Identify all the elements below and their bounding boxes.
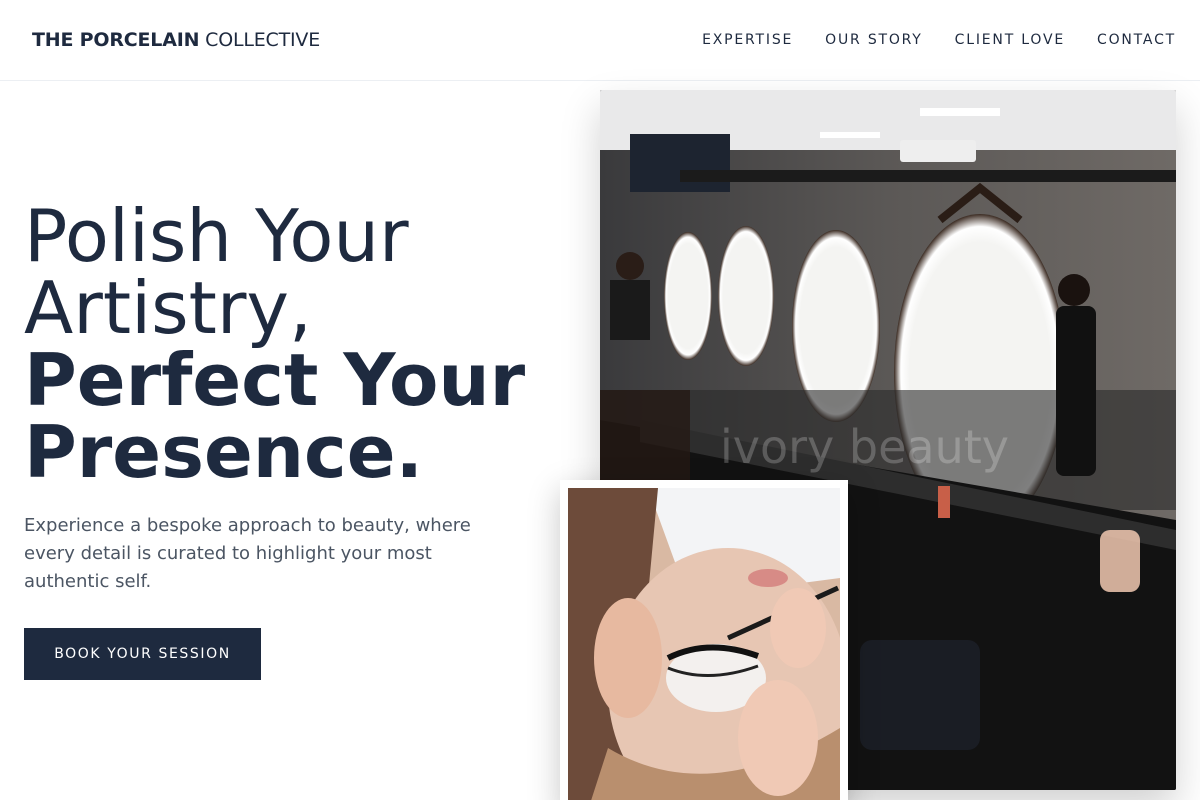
hero-description: Experience a bespoke approach to beauty,… (24, 515, 471, 592)
site-header: THE PORCELAIN COLLECTIVE EXPERTISE OUR S… (0, 0, 1200, 81)
hero-title-line-2: Artistry, (24, 266, 312, 350)
logo-bold-text: THE PORCELAIN (32, 29, 200, 51)
brand-logo[interactable]: THE PORCELAIN COLLECTIVE (32, 29, 320, 51)
nav-expertise[interactable]: EXPERTISE (702, 32, 793, 48)
hero-title-line-3: Perfect Your (24, 338, 526, 422)
lash-application-photo (560, 480, 848, 800)
nav-our-story[interactable]: OUR STORY (825, 32, 923, 48)
hero-title-line-4: Presence. (24, 410, 423, 494)
nav-client-love[interactable]: CLIENT LOVE (955, 32, 1065, 48)
logo-light-text: COLLECTIVE (205, 29, 321, 51)
nav-contact[interactable]: CONTACT (1097, 32, 1176, 48)
lash-application-illustration (568, 488, 840, 800)
lash-photo-inner (568, 488, 840, 800)
book-session-button[interactable]: BOOK YOUR SESSION (24, 628, 261, 680)
hero-title-line-1: Polish Your (24, 194, 409, 278)
hero-title: Polish Your Artistry, Perfect Your Prese… (24, 200, 584, 488)
main-nav: EXPERTISE OUR STORY CLIENT LOVE CONTACT (702, 32, 1176, 48)
